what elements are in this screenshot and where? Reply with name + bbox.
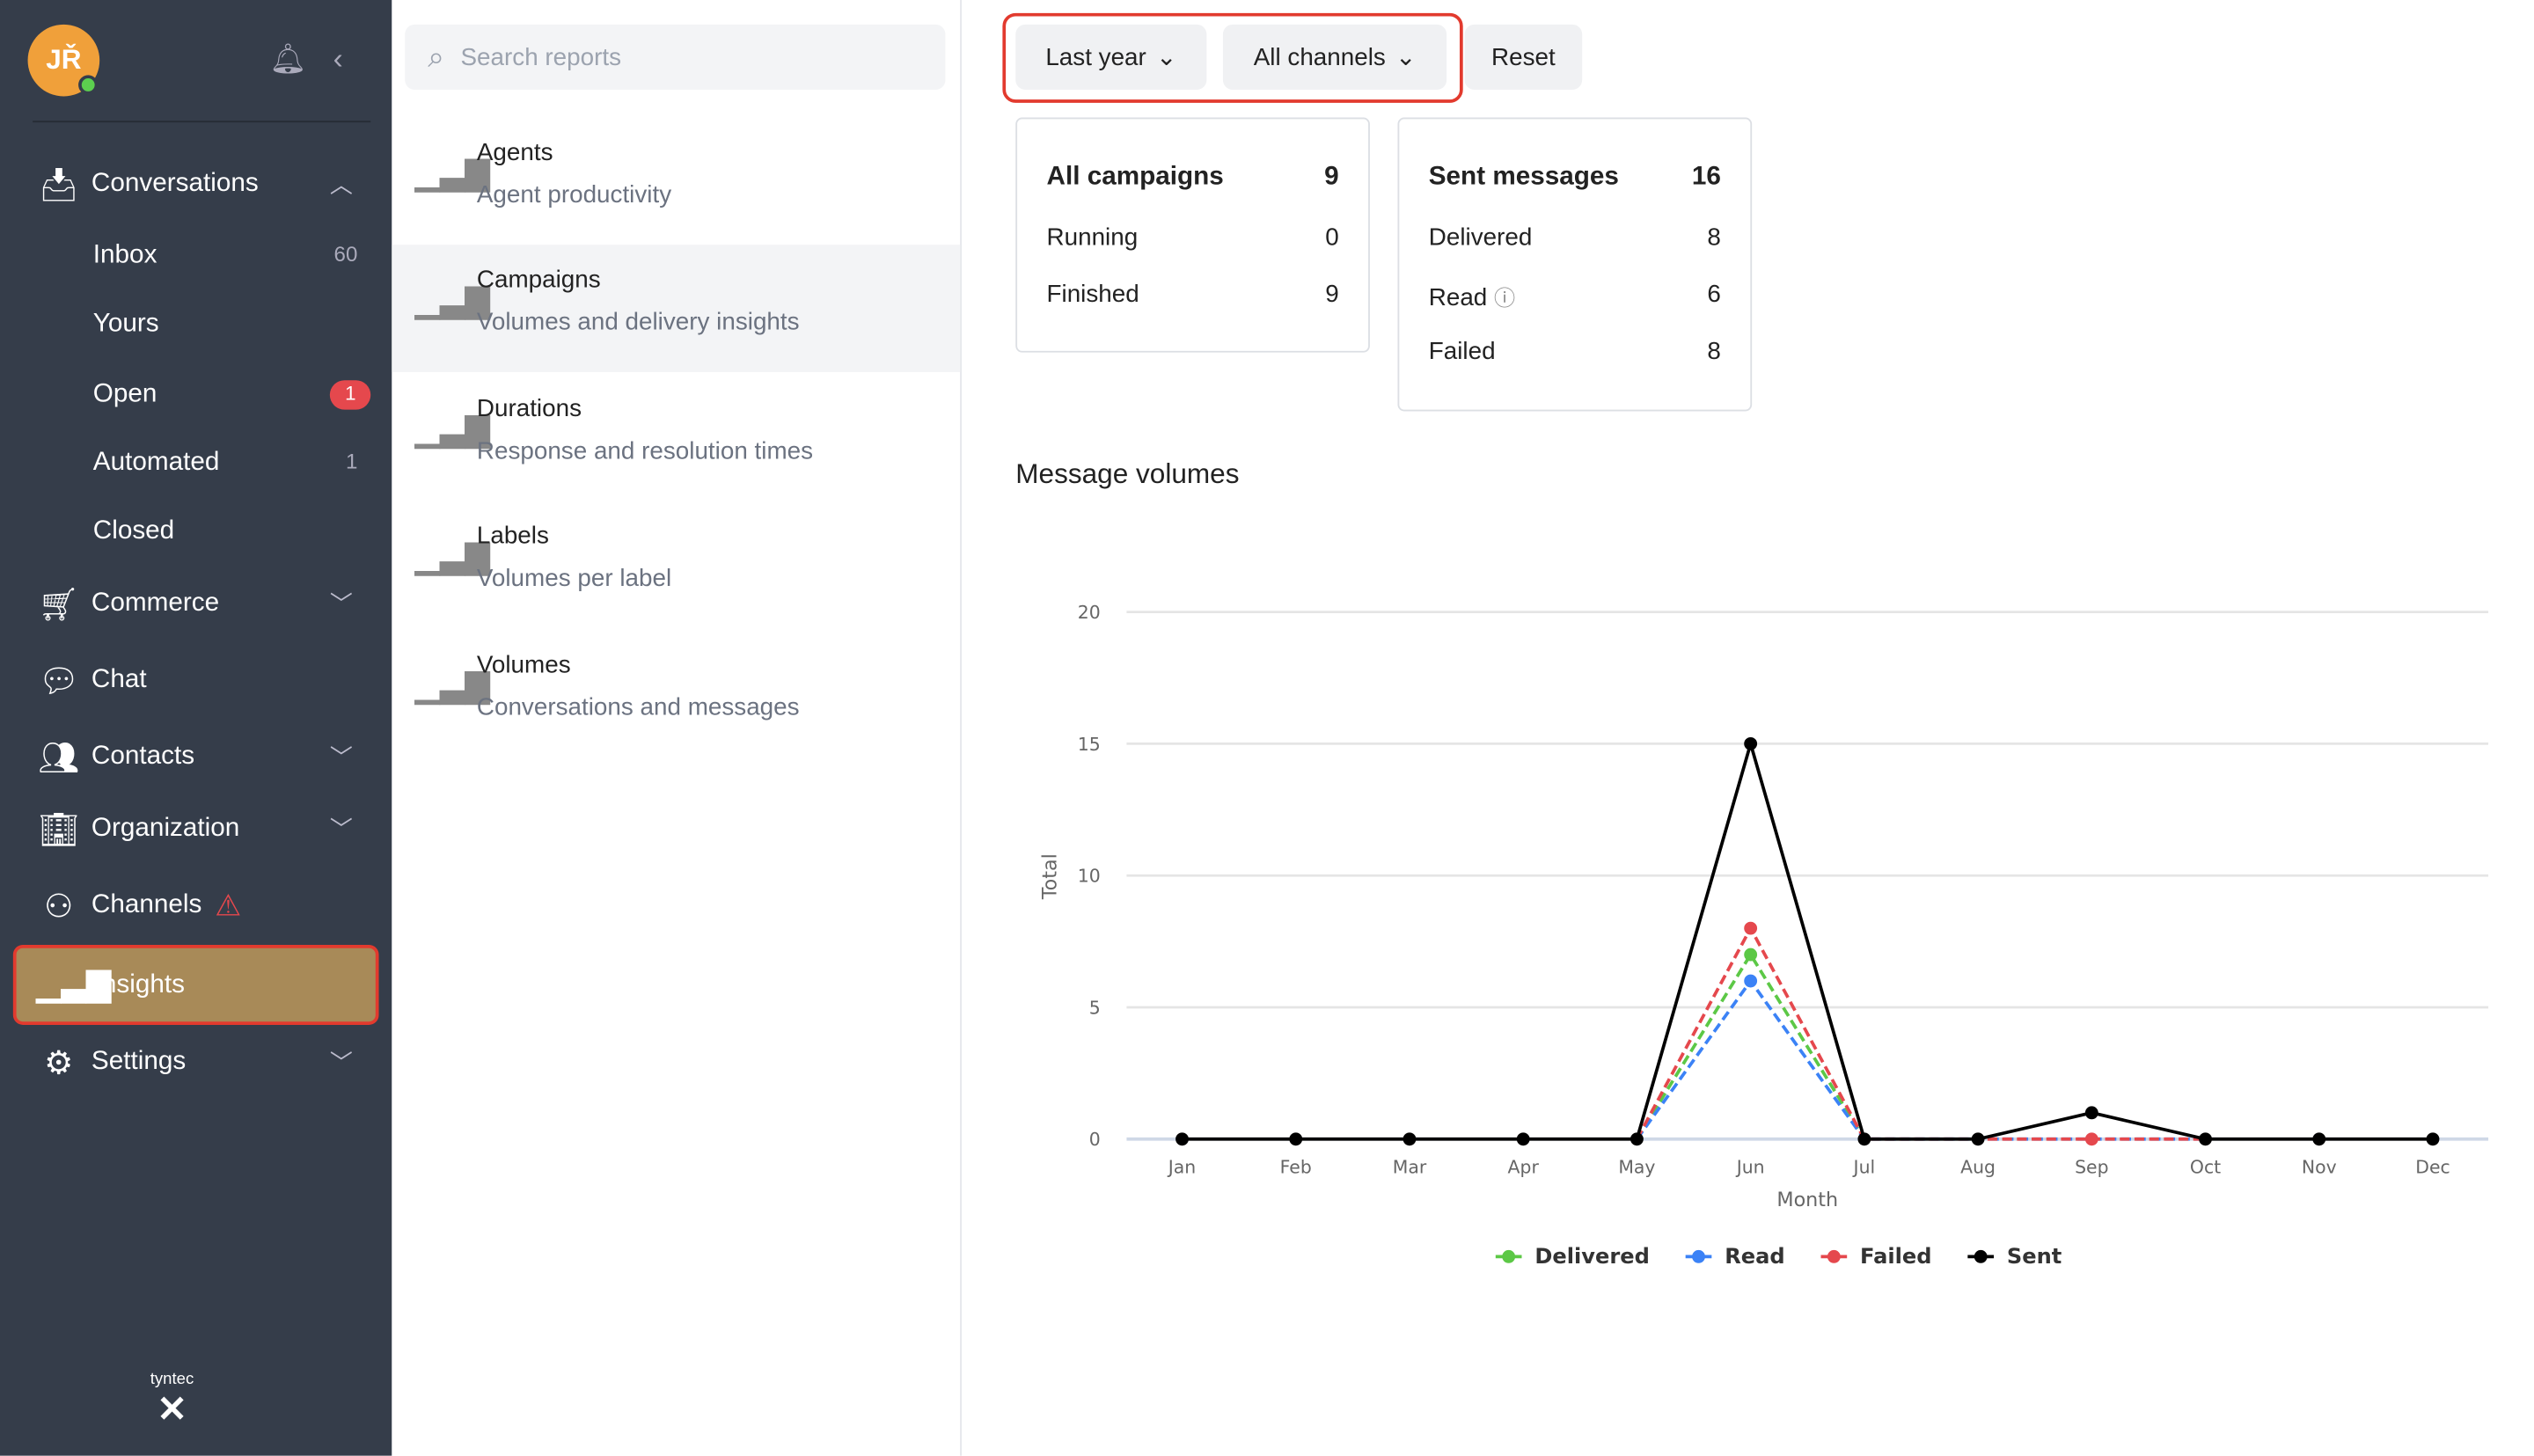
- series-line-failed: [1635, 925, 2206, 1141]
- y-tick-label: 5: [1089, 997, 1101, 1018]
- legend-marker: [1827, 1249, 1841, 1263]
- data-point-sent: [2426, 1132, 2440, 1146]
- y-tick-label: 0: [1089, 1129, 1101, 1150]
- data-point-sent: [1175, 1132, 1189, 1146]
- data-point-sent: [1630, 1132, 1644, 1146]
- message-volumes-chart: 0 5 10 15 20 Jan Feb Mar Apr May Jun Jul Aug Sep Oct No…: [1039, 602, 2489, 1269]
- data-point-failed: [2084, 1132, 2098, 1146]
- legend-label: Delivered: [1534, 1244, 1649, 1269]
- data-point-read: [1744, 974, 1758, 988]
- x-axis-label: Month: [1776, 1189, 1838, 1211]
- x-tick-label: May: [1618, 1157, 1655, 1178]
- x-tick-label: Apr: [1508, 1157, 1540, 1178]
- data-point-sent: [2199, 1132, 2212, 1146]
- x-tick-label: Mar: [1393, 1157, 1427, 1178]
- data-point-failed: [1744, 921, 1758, 935]
- data-point-delivered: [1744, 947, 1758, 962]
- data-point-sent: [1516, 1132, 1530, 1146]
- x-tick-label: Jan: [1167, 1157, 1196, 1178]
- x-tick-label: Feb: [1280, 1157, 1312, 1178]
- legend-label: Failed: [1860, 1244, 1931, 1269]
- x-tick-label: Jul: [1852, 1157, 1876, 1178]
- y-tick-label: 15: [1078, 734, 1101, 755]
- x-tick-label: Dec: [2415, 1157, 2450, 1178]
- y-axis-label: Total: [1039, 853, 1062, 900]
- data-point-sent: [2312, 1132, 2326, 1146]
- data-point-sent: [1971, 1132, 1985, 1146]
- x-tick-label: Oct: [2190, 1157, 2221, 1178]
- x-tick-label: Nov: [2302, 1157, 2337, 1178]
- legend-label: Sent: [2007, 1244, 2062, 1269]
- y-tick-label: 20: [1078, 602, 1101, 623]
- data-point-sent: [1402, 1132, 1417, 1146]
- data-point-sent: [1289, 1132, 1303, 1146]
- series-line-read: [1635, 977, 2206, 1141]
- x-tick-label: Jun: [1735, 1157, 1765, 1178]
- legend-marker: [1692, 1249, 1705, 1263]
- legend-label: Read: [1725, 1244, 1784, 1269]
- legend-marker: [1974, 1249, 1988, 1263]
- legend-marker: [1502, 1249, 1516, 1263]
- x-tick-label: Aug: [1960, 1157, 1996, 1178]
- series-line-sent: [1182, 737, 2433, 1141]
- y-tick-label: 10: [1078, 866, 1101, 887]
- x-tick-label: Sep: [2075, 1157, 2108, 1178]
- data-point-sent: [2084, 1106, 2098, 1120]
- data-point-sent: [1744, 736, 1758, 750]
- data-point-sent: [1857, 1132, 1871, 1146]
